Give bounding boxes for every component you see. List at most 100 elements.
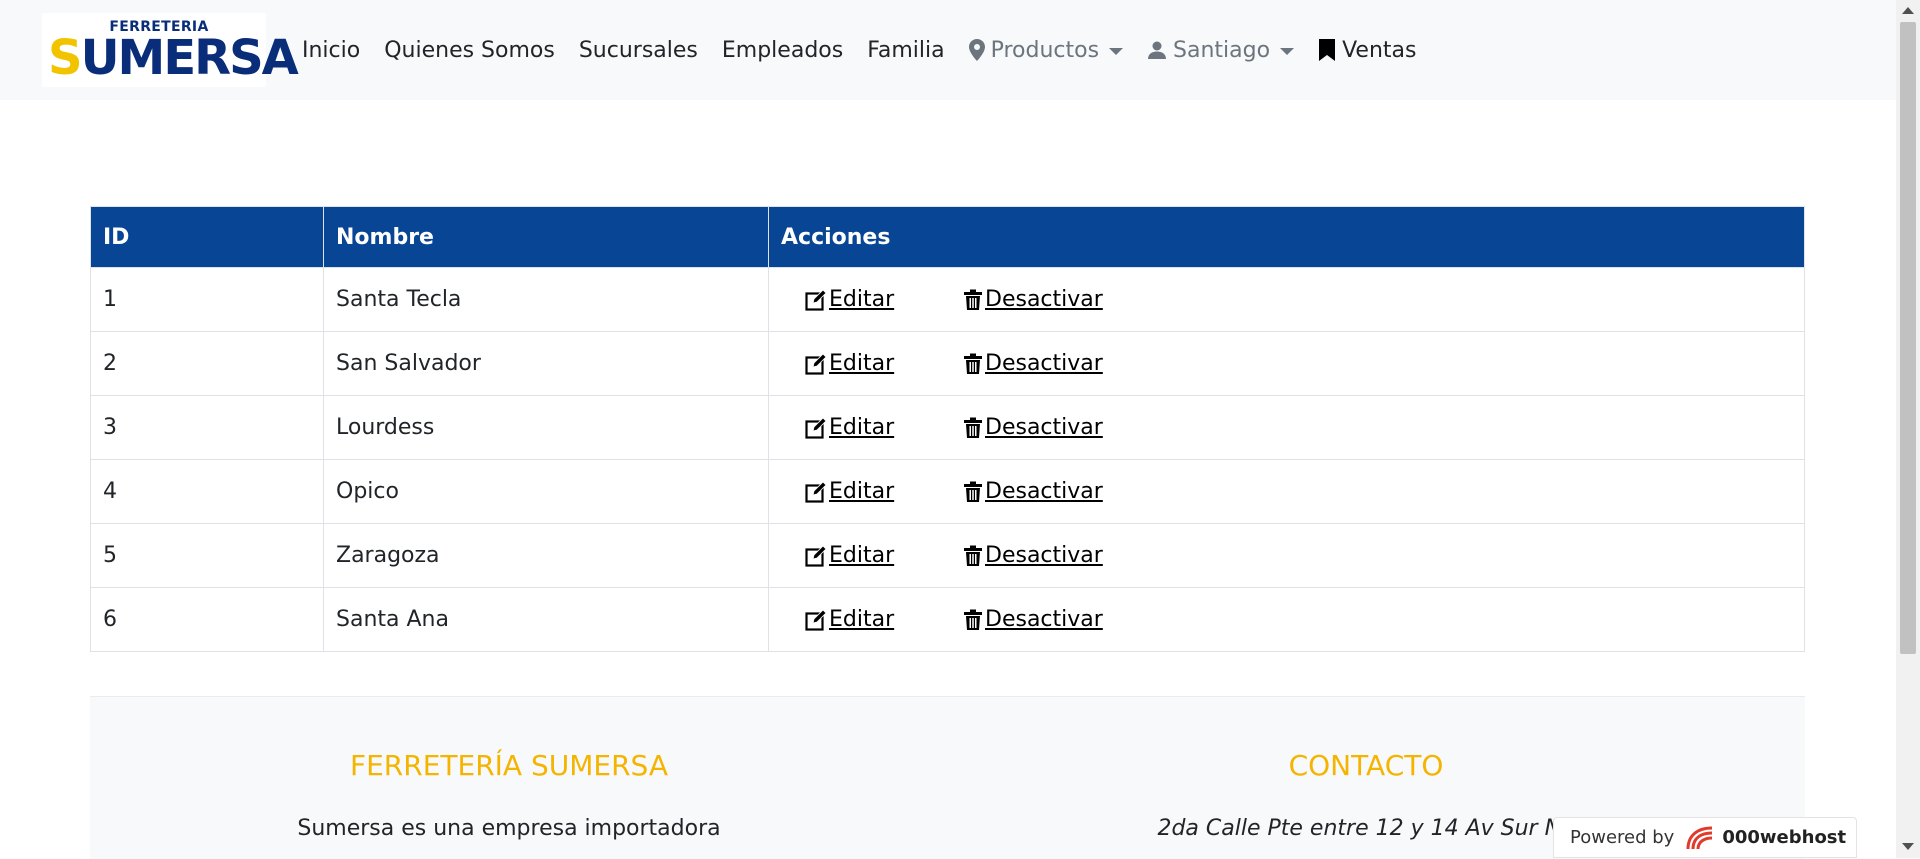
nav-item-santiago[interactable]: Santiago (1135, 38, 1306, 63)
table-row: 6 Santa Ana Editar Desactivar (90, 587, 1805, 652)
cell-acciones: Editar Desactivar (768, 523, 1805, 588)
cell-nombre: Santa Ana (323, 587, 769, 652)
table-row: 4 Opico Editar Desactivar (90, 459, 1805, 524)
cell-nombre: Lourdess (323, 395, 769, 460)
scroll-up-arrow-icon[interactable] (1902, 7, 1914, 14)
scroll-thumb[interactable] (1900, 22, 1916, 654)
nav-label: Empleados (721, 37, 844, 63)
footer-about: FERRETERÍA SUMERSA Sumersa es una empres… (90, 749, 928, 841)
edit-icon (805, 416, 827, 439)
row-actions: Editar Desactivar (781, 607, 1792, 632)
row-actions: Editar Desactivar (781, 543, 1792, 568)
logo-rest: UMERSA (80, 30, 299, 86)
cell-acciones: Editar Desactivar (768, 331, 1805, 396)
deactivate-link[interactable]: Desactivar (963, 287, 1103, 312)
nav-links: Inicio Quienes Somos Sucursales Empleado… (290, 0, 1428, 100)
cell-nombre: Zaragoza (323, 523, 769, 588)
header-id: ID (90, 206, 324, 268)
nav-item-ventas[interactable]: Ventas (1306, 38, 1428, 63)
nav-item-familia[interactable]: Familia (855, 38, 956, 63)
table-row: 3 Lourdess Editar Desactivar (90, 395, 1805, 460)
row-actions: Editar Desactivar (781, 415, 1792, 440)
powered-by-label: Powered by (1570, 827, 1675, 848)
row-actions: Editar Desactivar (781, 351, 1792, 376)
logo[interactable]: FERRETERIA SUMERSA (42, 13, 299, 87)
cell-id: 3 (90, 395, 324, 460)
powered-by-badge[interactable]: Powered by 000webhost (1553, 817, 1857, 858)
deactivate-label: Desactivar (985, 351, 1103, 376)
footer-about-text: Sumersa es una empresa importadora (297, 816, 721, 841)
nav-label: Ventas (1342, 37, 1417, 63)
cell-nombre: San Salvador (323, 331, 769, 396)
deactivate-link[interactable]: Desactivar (963, 415, 1103, 440)
sucursales-table: ID Nombre Acciones 1 Santa Tecla Editar D… (90, 206, 1805, 652)
trash-icon (963, 481, 983, 503)
footer-contact-title: CONTACTO (1288, 749, 1444, 782)
cell-acciones: Editar Desactivar (768, 395, 1805, 460)
edit-link[interactable]: Editar (805, 287, 963, 312)
nav-item-inicio[interactable]: Inicio (290, 38, 372, 63)
trash-icon (963, 289, 983, 311)
edit-link[interactable]: Editar (805, 543, 963, 568)
webhost-logo-icon (1684, 825, 1716, 851)
table-row: 5 Zaragoza Editar Desactivar (90, 523, 1805, 588)
nav-label: Productos (990, 37, 1100, 63)
nav-item-quienes-somos[interactable]: Quienes Somos (372, 38, 567, 63)
trash-icon (963, 609, 983, 631)
cell-nombre: Opico (323, 459, 769, 524)
deactivate-label: Desactivar (985, 415, 1103, 440)
logo-big-text: SUMERSA (48, 30, 299, 86)
nav-label: Sucursales (578, 37, 698, 63)
edit-link[interactable]: Editar (805, 415, 963, 440)
deactivate-label: Desactivar (985, 607, 1103, 632)
deactivate-link[interactable]: Desactivar (963, 543, 1103, 568)
cell-id: 1 (90, 267, 324, 332)
edit-label: Editar (829, 543, 895, 568)
deactivate-label: Desactivar (985, 479, 1103, 504)
deactivate-label: Desactivar (985, 543, 1103, 568)
trash-icon (963, 417, 983, 439)
edit-icon (805, 288, 827, 311)
edit-link[interactable]: Editar (805, 351, 963, 376)
chevron-down-icon (1280, 47, 1295, 55)
trash-icon (963, 353, 983, 375)
edit-icon (805, 352, 827, 375)
cell-id: 4 (90, 459, 324, 524)
scrollbar[interactable] (1896, 0, 1920, 858)
edit-link[interactable]: Editar (805, 479, 963, 504)
nav-item-productos[interactable]: Productos (957, 38, 1135, 63)
navbar: FERRETERIA SUMERSA Inicio Quienes Somos … (0, 0, 1896, 100)
edit-label: Editar (829, 415, 895, 440)
chevron-down-icon (1109, 47, 1124, 55)
cell-acciones: Editar Desactivar (768, 587, 1805, 652)
deactivate-link[interactable]: Desactivar (963, 607, 1103, 632)
edit-icon (805, 480, 827, 503)
cell-acciones: Editar Desactivar (768, 459, 1805, 524)
edit-label: Editar (829, 479, 895, 504)
bookmark-icon (1318, 38, 1336, 62)
cell-id: 6 (90, 587, 324, 652)
nav-item-sucursales[interactable]: Sucursales (567, 38, 710, 63)
map-marker-icon (968, 39, 985, 61)
edit-link[interactable]: Editar (805, 607, 963, 632)
cell-id: 2 (90, 331, 324, 396)
nav-label: Santiago (1173, 37, 1271, 63)
table-header-row: ID Nombre Acciones (90, 206, 1805, 268)
edit-label: Editar (829, 287, 895, 312)
nav-label: Quienes Somos (384, 37, 555, 63)
scroll-down-arrow-icon[interactable] (1902, 843, 1914, 850)
cell-nombre: Santa Tecla (323, 267, 769, 332)
edit-icon (805, 544, 827, 567)
footer-about-title: FERRETERÍA SUMERSA (350, 749, 668, 782)
deactivate-label: Desactivar (985, 287, 1103, 312)
deactivate-link[interactable]: Desactivar (963, 351, 1103, 376)
nav-item-empleados[interactable]: Empleados (710, 38, 855, 63)
powered-by-brand: 000webhost (1722, 827, 1847, 848)
edit-label: Editar (829, 351, 895, 376)
table-row: 1 Santa Tecla Editar Desactivar (90, 267, 1805, 332)
deactivate-link[interactable]: Desactivar (963, 479, 1103, 504)
edit-icon (805, 608, 827, 631)
edit-label: Editar (829, 607, 895, 632)
row-actions: Editar Desactivar (781, 479, 1792, 504)
header-acciones: Acciones (768, 206, 1805, 268)
